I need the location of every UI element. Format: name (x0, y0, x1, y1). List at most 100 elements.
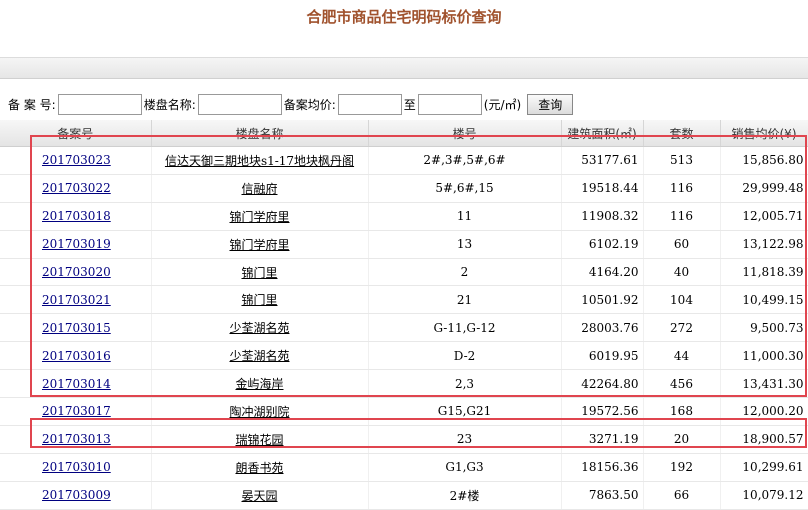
cell-price: 10,299.61 (720, 453, 808, 482)
cell-units: 192 (643, 453, 721, 482)
table-row: 201703009 晏天园 2#楼 7863.50 66 10,079.12 (0, 481, 808, 510)
table-row: 201703016 少荃湖名苑 D-2 6019.95 44 11,000.30 (0, 341, 808, 371)
cell-record[interactable]: 201703020 (0, 258, 152, 287)
cell-name[interactable]: 少荃湖名苑 (151, 341, 369, 371)
cell-price: 11,818.39 (720, 258, 808, 287)
name-input[interactable] (197, 93, 282, 115)
search-button[interactable]: 查询 (527, 93, 574, 115)
cell-record[interactable]: 201703019 (0, 230, 152, 259)
table-row: 201703022 信融府 5#,6#,15 19518.44 116 29,999.48 (0, 174, 808, 203)
cell-record[interactable]: 201703017 (0, 397, 152, 426)
table-row: 201703023 信达天御三期地块s1-17地块枫丹阁 2#,3#,5#,6# 53… (0, 146, 808, 175)
cell-units: 116 (643, 174, 721, 203)
cell-units: 168 (643, 397, 721, 426)
table-row: 201703021 锦门里 21 10501.92 104 10,499.15 (0, 285, 808, 315)
cell-price: 13,122.98 (720, 230, 808, 259)
cell-units: 116 (643, 202, 721, 231)
cell-price: 12,000.20 (720, 397, 808, 426)
cell-units: 60 (643, 230, 721, 259)
cell-price: 13,431.30 (720, 369, 808, 399)
cell-building: D-2 (368, 341, 562, 371)
header-price: 销售均价(¥) (720, 120, 808, 147)
cell-units: 40 (643, 258, 721, 287)
table-header-row: 备案号 楼盘名称 楼号 建筑面积(㎡) 套数 销售均价(¥) (0, 120, 808, 147)
cell-units: 20 (643, 425, 721, 454)
cell-building: 2,3 (368, 369, 562, 399)
unit-label: (元/㎡) (483, 97, 522, 112)
cell-record[interactable]: 201703009 (0, 481, 152, 510)
cell-area: 7863.50 (561, 481, 644, 510)
cell-units: 456 (643, 369, 721, 399)
cell-area: 11908.32 (561, 202, 644, 231)
cell-name[interactable]: 锦门里 (151, 285, 369, 315)
cell-price: 12,005.71 (720, 202, 808, 231)
header-band (0, 57, 808, 79)
cell-area: 10501.92 (561, 285, 644, 315)
table-row: 201703018 锦门学府里 11 11908.32 116 12,005.71 (0, 202, 808, 231)
cell-area: 19572.56 (561, 397, 644, 426)
record-label: 备 案 号: (8, 97, 56, 112)
cell-area: 28003.76 (561, 313, 644, 343)
table-row: 201703019 锦门学府里 13 6102.19 60 13,122.98 (0, 230, 808, 259)
cell-area: 4164.20 (561, 258, 644, 287)
cell-area: 6019.95 (561, 341, 644, 371)
cell-record[interactable]: 201703016 (0, 341, 152, 371)
cell-units: 44 (643, 341, 721, 371)
cell-name[interactable]: 锦门学府里 (151, 230, 369, 259)
cell-building: G-11,G-12 (368, 313, 562, 343)
cell-name[interactable]: 锦门学府里 (151, 202, 369, 231)
cell-area: 3271.19 (561, 425, 644, 454)
header-record: 备案号 (0, 120, 152, 147)
cell-building: 11 (368, 202, 562, 231)
table-row: 201703014 金屿海岸 2,3 42264.80 456 13,431.30 (0, 369, 808, 399)
cell-record[interactable]: 201703015 (0, 313, 152, 343)
cell-building: 2 (368, 258, 562, 287)
cell-area: 42264.80 (561, 369, 644, 399)
cell-name[interactable]: 金屿海岸 (151, 369, 369, 399)
cell-record[interactable]: 201703021 (0, 285, 152, 315)
cell-name[interactable]: 信达天御三期地块s1-17地块枫丹阁 (151, 146, 369, 175)
cell-area: 19518.44 (561, 174, 644, 203)
to-label: 至 (403, 97, 416, 112)
cell-area: 53177.61 (561, 146, 644, 175)
cell-price: 29,999.48 (720, 174, 808, 203)
cell-name[interactable]: 朗香书苑 (151, 453, 369, 482)
header-units: 套数 (643, 120, 721, 147)
header-name: 楼盘名称 (151, 120, 369, 147)
cell-price: 15,856.80 (720, 146, 808, 175)
cell-building: G1,G3 (368, 453, 562, 482)
cell-building: 2#,3#,5#,6# (368, 146, 562, 175)
table-row: 201703013 瑞锦花园 23 3271.19 20 18,900.57 (0, 425, 808, 454)
cell-name[interactable]: 锦门里 (151, 258, 369, 287)
name-label: 楼盘名称: (143, 97, 196, 112)
cell-building: 5#,6#,15 (368, 174, 562, 203)
cell-record[interactable]: 201703022 (0, 174, 152, 203)
cell-record[interactable]: 201703014 (0, 369, 152, 399)
table-row: 201703015 少荃湖名苑 G-11,G-12 28003.76 272 9,500.… (0, 313, 808, 343)
cell-building: 13 (368, 230, 562, 259)
price-to-input[interactable] (417, 93, 482, 115)
cell-area: 18156.36 (561, 453, 644, 482)
record-input[interactable] (57, 93, 142, 115)
cell-price: 10,079.12 (720, 481, 808, 510)
table-row: 201703010 朗香书苑 G1,G3 18156.36 192 10,299.61 (0, 453, 808, 482)
cell-units: 104 (643, 285, 721, 315)
price-table: 备案号 楼盘名称 楼号 建筑面积(㎡) 套数 销售均价(¥) 201703023… (0, 120, 808, 510)
page-title: 合肥市商品住宅明码标价查询 (306, 8, 502, 26)
cell-name[interactable]: 陶冲湖别院 (151, 397, 369, 426)
cell-building: 23 (368, 425, 562, 454)
price-from-input[interactable] (337, 93, 402, 115)
cell-record[interactable]: 201703018 (0, 202, 152, 231)
cell-building: 2#楼 (368, 481, 562, 510)
cell-price: 18,900.57 (720, 425, 808, 454)
cell-record[interactable]: 201703010 (0, 453, 152, 482)
cell-units: 66 (643, 481, 721, 510)
cell-name[interactable]: 少荃湖名苑 (151, 313, 369, 343)
cell-building: 21 (368, 285, 562, 315)
cell-building: G15,G21 (368, 397, 562, 426)
cell-record[interactable]: 201703023 (0, 146, 152, 175)
cell-record[interactable]: 201703013 (0, 425, 152, 454)
cell-name[interactable]: 晏天园 (151, 481, 369, 510)
cell-name[interactable]: 瑞锦花园 (151, 425, 369, 454)
cell-name[interactable]: 信融府 (151, 174, 369, 203)
